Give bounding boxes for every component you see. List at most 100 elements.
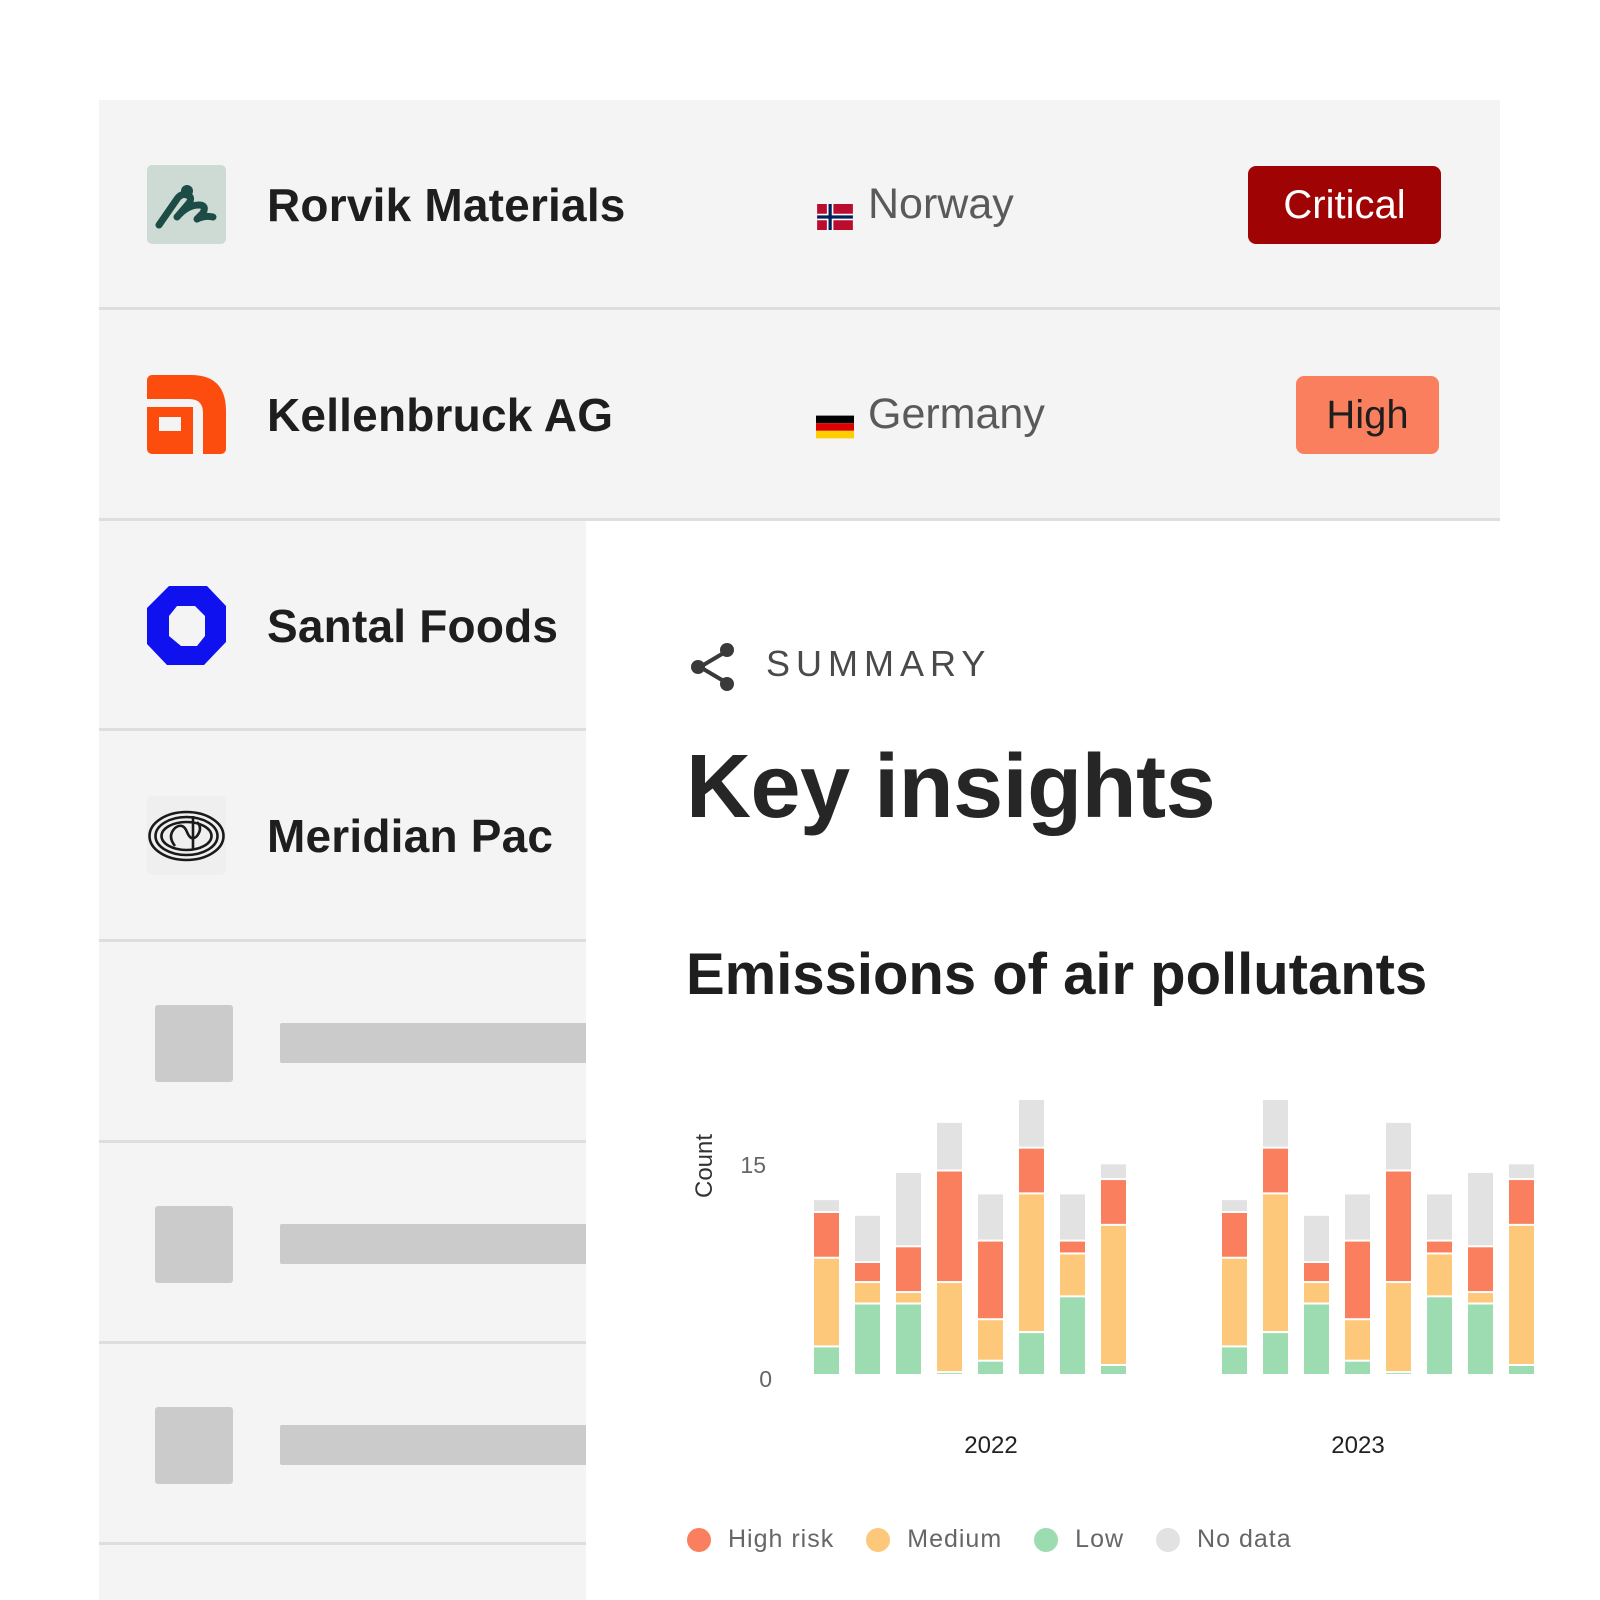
bar-segment-no-data [1060,1194,1085,1240]
bar-segment-medium [1263,1194,1288,1332]
bar-segment-no-data [1019,1100,1044,1147]
bar-segment-medium [814,1258,839,1346]
bar-segment-no-data [855,1215,880,1262]
supplier-row-santal[interactable]: Santal Foods [99,521,586,731]
bar-segment-low [855,1304,880,1374]
bar-segment-medium [1060,1254,1085,1296]
bar-segment-low [1019,1333,1044,1374]
bar-segment-medium [855,1283,880,1303]
legend-swatch [1156,1527,1181,1552]
bar-segment-no-data [1304,1215,1329,1262]
bar-segment-high-risk [1222,1212,1247,1257]
legend-swatch [1034,1527,1059,1552]
bar-segment-medium [1222,1258,1247,1346]
legend-swatch [687,1527,711,1552]
legend-label: High risk [728,1525,835,1553]
bar-segment-medium [1468,1293,1493,1303]
bar-segment-no-data [1345,1194,1370,1240]
legend-label: Low [1075,1525,1125,1553]
bar-segment-medium [1509,1225,1534,1364]
bar-segment-low [1509,1365,1534,1374]
bar-segment-no-data [814,1200,839,1211]
y-axis-label: Count [691,1134,718,1198]
rorvik-logo [147,165,226,244]
bar-segment-low [1222,1347,1247,1374]
bar-segment-no-data [1101,1164,1126,1179]
bar-segment-high-risk [978,1241,1003,1319]
bar-segment-no-data [1222,1200,1247,1211]
placeholder-logo [155,1005,233,1082]
bar-segment-low [1468,1304,1493,1374]
bar-segment-no-data [1509,1164,1534,1179]
bar-segment-high-risk [1263,1148,1288,1193]
bar-segment-medium [1101,1225,1126,1364]
legend-swatch [866,1527,891,1552]
bar-segment-low [1101,1365,1126,1374]
legend-label: Medium [907,1525,1003,1553]
bar-segment-low [1263,1333,1288,1374]
kellenbruck-logo [147,375,226,454]
supplier-row-kellenbruck[interactable]: Kellenbruck AG Germany High [99,310,1500,521]
legend-item-high-risk[interactable]: High risk [687,1525,834,1554]
placeholder-logo [155,1407,233,1484]
legend-item-low[interactable]: Low [1034,1525,1124,1554]
company-name: Meridian Pac [267,810,554,862]
risk-badge-high: High [1296,376,1439,454]
placeholder-text [280,1425,600,1465]
placeholder-text [280,1023,600,1063]
legend-item-no-data[interactable]: No data [1156,1525,1292,1554]
bar-segment-medium [896,1293,921,1303]
placeholder-row [99,942,600,1143]
bar-segment-high-risk [1304,1263,1329,1282]
x-group-label: 2023 [1331,1432,1384,1459]
company-name: Rorvik Materials [267,179,626,231]
y-tick-label: 15 [740,1152,766,1178]
bar-segment-medium [1427,1254,1452,1296]
bar-segment-no-data [978,1194,1003,1240]
bar-segment-low [1304,1304,1329,1374]
bar-segment-low [896,1304,921,1374]
bar-segment-high-risk [1427,1241,1452,1253]
bar-segment-no-data [1427,1194,1452,1240]
country-name: Norway [868,180,1014,228]
bar-segment-medium [937,1283,962,1372]
bar-segment-low [1386,1373,1411,1374]
legend-item-medium[interactable]: Medium [866,1525,1002,1554]
summary-card: SUMMARY Key insights Emissions of air po… [586,521,1600,1600]
company-name: Kellenbruck AG [267,389,614,441]
bar-segment-no-data [1468,1172,1493,1246]
screen: Rorvik Materials Norway Critical Kellenb… [0,0,1600,1600]
bar-segment-high-risk [1468,1247,1493,1292]
bar-segment-medium [1386,1283,1411,1372]
chart-legend: High risk Medium Low No data [687,1525,1292,1554]
bar-segment-low [978,1361,1003,1374]
bar-segment-low [1060,1297,1085,1374]
placeholder-text [280,1224,600,1264]
bar-segment-no-data [937,1122,962,1170]
bar-group [814,1100,1534,1374]
placeholder-logo [155,1206,233,1283]
santal-logo [147,586,226,665]
risk-badge-critical: Critical [1248,166,1441,244]
bar-segment-medium [1019,1194,1044,1332]
y-tick-label: 0 [759,1366,772,1392]
meridian-logo [147,796,226,875]
supplier-row-meridian[interactable]: Meridian Pac [99,731,586,942]
placeholder-row [99,1143,600,1344]
bar-segment-no-data [1263,1100,1288,1147]
bar-segment-no-data [1386,1122,1411,1170]
bar-segment-medium [1345,1320,1370,1360]
germany-flag-icon [816,402,854,438]
bar-segment-medium [1304,1283,1329,1303]
bar-segment-high-risk [1386,1171,1411,1282]
bar-segment-high-risk [896,1247,921,1292]
company-name: Santal Foods [267,600,559,652]
bar-segment-high-risk [814,1212,839,1257]
supplier-row-rorvik[interactable]: Rorvik Materials Norway Critical [99,100,1500,310]
legend-label: No data [1197,1525,1292,1553]
bar-segment-no-data [896,1172,921,1246]
bar-segment-high-risk [1060,1241,1085,1253]
bar-segment-high-risk [1509,1180,1534,1224]
country-cell: Germany [816,390,1045,439]
norway-flag-icon [816,192,854,230]
